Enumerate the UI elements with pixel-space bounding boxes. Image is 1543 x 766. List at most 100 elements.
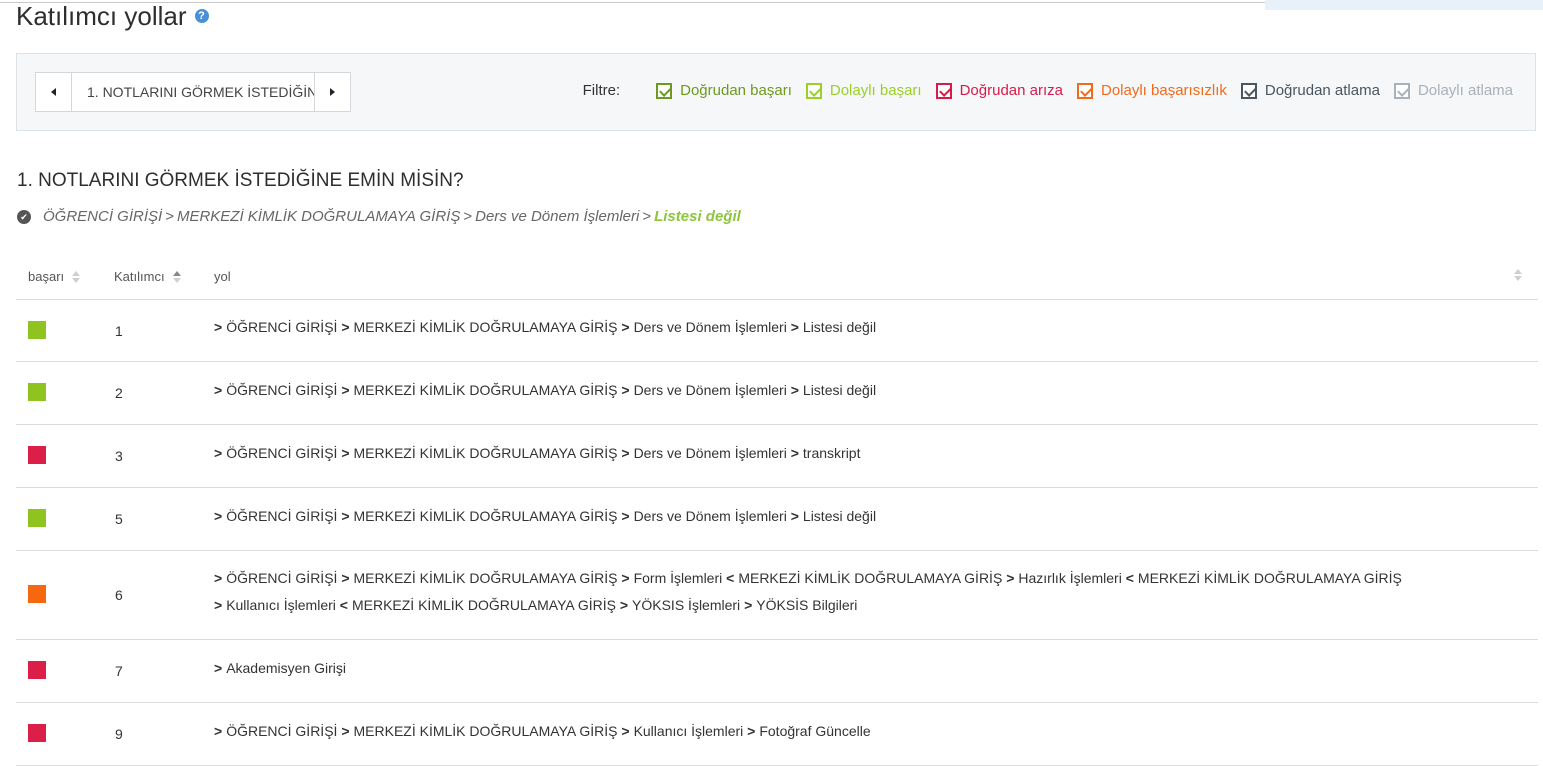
table-row[interactable]: 1 > ÖĞRENCİ GİRİŞİ > MERKEZİ KİMLİK DOĞRULA… <box>16 300 1538 362</box>
path-step-label: Fotoğraf Güncelle <box>759 722 871 739</box>
participant-number: 3 <box>115 448 123 464</box>
column-header-path[interactable]: yol <box>214 269 231 284</box>
filter-panel: 1. NOTLARINI GÖRMEK İSTEDİĞİNE EMİN MİSİ… <box>16 53 1536 131</box>
participant-paths-table: başarı Katılımcı yol 1 > ÖĞRENCİ GİRİŞİ > M… <box>16 253 1538 766</box>
chevron-right-icon: > <box>341 381 350 398</box>
previous-question-button[interactable] <box>36 73 72 111</box>
breadcrumb-item: ÖĞRENCİ GİRİŞİ <box>43 208 163 225</box>
chevron-right-icon: > <box>341 570 350 586</box>
chevron-right-icon: > <box>341 319 350 335</box>
filter-toggle[interactable]: Dolaylı başarı <box>805 82 922 99</box>
path-step: > Ders ve Dönem İşlemleri <box>621 319 786 335</box>
filter-toggle[interactable]: Doğrudan atlama <box>1240 82 1380 99</box>
checkbox-checked-icon[interactable] <box>1077 82 1093 99</box>
table-row[interactable]: 6 > ÖĞRENCİ GİRİŞİ > MERKEZİ KİMLİK DOĞRULA… <box>16 551 1538 640</box>
chevron-right-icon: > <box>341 722 350 739</box>
path-step: > ÖĞRENCİ GİRİŞİ <box>214 723 337 739</box>
checkbox-checked-icon[interactable] <box>1393 82 1410 99</box>
table-row[interactable]: 9 > ÖĞRENCİ GİRİŞİ > MERKEZİ KİMLİK DOĞRULA… <box>16 703 1538 766</box>
chevron-right-icon: > <box>214 597 223 613</box>
path-step-label: Kullanıcı İşlemleri <box>226 597 336 613</box>
filter-toggle[interactable]: Dolaylı başarısızlık <box>1077 82 1227 99</box>
filter-toggle-label: Doğrudan arıza <box>959 82 1063 99</box>
chevron-right-icon: > <box>214 444 223 461</box>
chevron-right-icon: > <box>790 319 799 335</box>
path-step: > YÖKSIS İşlemleri <box>620 597 740 613</box>
question-circle-icon[interactable]: ? <box>194 9 209 24</box>
path-step-label: ÖĞRENCİ GİRİŞİ <box>226 507 338 524</box>
path-step-label: MERKEZİ KİMLİK DOĞRULAMAYA GİRİŞ <box>1137 570 1402 586</box>
path-step-label: MERKEZİ KİMLİK DOĞRULAMAYA GİRİŞ <box>738 570 1003 586</box>
path-step: > MERKEZİ KİMLİK DOĞRULAMAYA GİRİŞ <box>341 319 617 335</box>
column-header-status[interactable]: başarı <box>28 269 81 284</box>
path-step: > Listesi değil <box>791 319 876 335</box>
chevron-right-icon: > <box>214 381 223 398</box>
chevron-right-icon: > <box>214 319 223 335</box>
table-row[interactable]: 3 > ÖĞRENCİ GİRİŞİ > MERKEZİ KİMLİK DOĞRULA… <box>16 425 1538 488</box>
filter-toggle-label: Dolaylı başarısızlık <box>1101 82 1227 99</box>
table-row[interactable]: 2 > ÖĞRENCİ GİRİŞİ > MERKEZİ KİMLİK DOĞRULA… <box>16 362 1538 425</box>
path-step-label: Listesi değil <box>802 381 877 398</box>
participant-number: 5 <box>115 511 123 527</box>
caret-left-icon <box>51 88 56 96</box>
path-step: > ÖĞRENCİ GİRİŞİ <box>214 382 337 398</box>
question-title: 1. NOTLARINI GÖRMEK İSTEDİĞİNE EMİN MİSİ… <box>17 170 464 191</box>
status-indicator <box>28 509 46 527</box>
path-sort-toggle[interactable] <box>1506 269 1522 281</box>
checkbox-checked-icon[interactable] <box>805 82 822 99</box>
path-step-label: Listesi değil <box>802 507 877 524</box>
path-step-label: YÖKSIS İşlemleri <box>632 597 741 613</box>
path-step-label: Ders ve Dönem İşlemleri <box>633 381 787 398</box>
page-title-text: Katılımcı yollar <box>16 1 187 31</box>
participant-number: 6 <box>115 587 123 603</box>
sort-icon <box>1514 269 1522 281</box>
path-step: > ÖĞRENCİ GİRİŞİ <box>214 319 337 335</box>
participant-number: 2 <box>115 385 123 401</box>
chevron-right-icon: > <box>621 507 630 524</box>
path-step: > Kullanıcı İşlemleri <box>214 597 336 613</box>
path-step-label: Listesi değil <box>802 319 877 335</box>
column-header-participant[interactable]: Katılımcı <box>114 269 181 284</box>
filter-toggle[interactable]: Doğrudan başarı <box>656 82 792 99</box>
path-step: < MERKEZİ KİMLİK DOĞRULAMAYA GİRİŞ <box>1126 570 1402 586</box>
path-step: > YÖKSİS Bilgileri <box>744 597 857 613</box>
current-question-label[interactable]: 1. NOTLARINI GÖRMEK İSTEDİĞİNE EMİN MİSİ… <box>72 73 314 111</box>
filter-toggle[interactable]: Doğrudan arıza <box>935 82 1063 99</box>
checkbox-checked-icon[interactable] <box>935 82 952 99</box>
chevron-right-icon: > <box>747 722 756 739</box>
sort-icon <box>72 270 81 283</box>
path-step: > transkript <box>791 445 861 461</box>
chevron-right-icon: > <box>621 722 630 739</box>
path-step-label: ÖĞRENCİ GİRİŞİ <box>226 444 338 461</box>
breadcrumb-separator: > <box>642 208 652 225</box>
filter-toggle[interactable]: Dolaylı atlama <box>1393 82 1513 99</box>
chevron-left-icon: < <box>339 597 348 613</box>
status-indicator <box>28 661 46 679</box>
chevron-right-icon: > <box>790 381 799 398</box>
table-header: başarı Katılımcı yol <box>16 253 1538 300</box>
chevron-right-icon: > <box>621 381 630 398</box>
path-step-label: Kullanıcı İşlemleri <box>633 722 744 739</box>
path-step: < MERKEZİ KİMLİK DOĞRULAMAYA GİRİŞ <box>726 570 1002 586</box>
checkbox-checked-icon[interactable] <box>656 82 673 99</box>
filter-list: Doğrudan başarı Dolaylı başarı Doğrudan ar… <box>642 82 1513 99</box>
column-header-participant-label: Katılımcı <box>114 269 165 284</box>
table-row[interactable]: 5 > ÖĞRENCİ GİRİŞİ > MERKEZİ KİMLİK DOĞRULA… <box>16 488 1538 551</box>
sort-ascending-icon <box>172 270 181 283</box>
chevron-right-icon: > <box>619 597 629 613</box>
next-question-button[interactable] <box>314 73 350 111</box>
chevron-right-icon: > <box>1006 570 1015 586</box>
path-step: > Kullanıcı İşlemleri <box>621 723 743 739</box>
path-step-label: Ders ve Dönem İşlemleri <box>633 444 787 461</box>
participant-path: > ÖĞRENCİ GİRİŞİ > MERKEZİ KİMLİK DOĞRULAM… <box>214 377 1478 404</box>
path-step: > Form İşlemleri <box>621 570 722 586</box>
path-step-label: transkript <box>802 444 861 461</box>
chevron-right-icon: > <box>790 507 799 524</box>
checkbox-checked-icon[interactable] <box>1240 82 1257 99</box>
table-row[interactable]: 7 > Akademisyen Girişi <box>16 640 1538 703</box>
column-header-path-label: yol <box>214 269 231 284</box>
filter-toggle-label: Dolaylı başarı <box>829 82 922 99</box>
path-step-label: MERKEZİ KİMLİK DOĞRULAMAYA GİRİŞ <box>353 570 618 586</box>
chevron-right-icon: > <box>214 570 223 586</box>
chevron-right-icon: > <box>341 507 350 524</box>
